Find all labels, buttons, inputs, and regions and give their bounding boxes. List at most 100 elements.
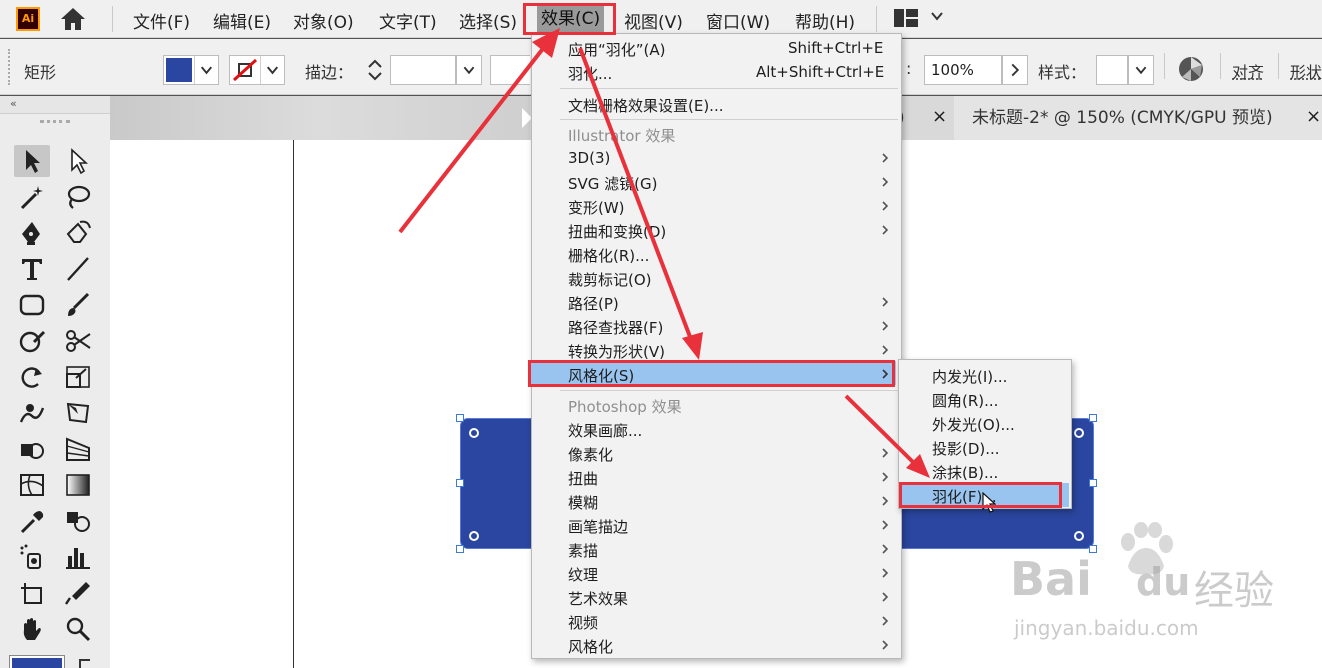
shape-builder-tool[interactable] bbox=[14, 433, 50, 465]
bounding-box-handle[interactable] bbox=[456, 545, 464, 553]
menu-item-distort-transform[interactable]: 扭曲和变换(D) bbox=[568, 221, 666, 242]
chevron-right-icon bbox=[880, 471, 890, 483]
menu-object[interactable]: 对象(O) bbox=[293, 8, 354, 33]
zoom-tool[interactable] bbox=[60, 613, 96, 645]
stroke-label[interactable]: 描边： bbox=[305, 59, 353, 83]
menu-item-distort[interactable]: 扭曲 bbox=[568, 468, 598, 489]
close-icon[interactable]: × bbox=[1306, 108, 1322, 126]
warp-tool[interactable] bbox=[14, 397, 50, 429]
blend-tool[interactable] bbox=[60, 505, 96, 537]
menu-item-effect-gallery[interactable]: 效果画廊... bbox=[568, 420, 642, 441]
scissors-tool[interactable] bbox=[60, 325, 96, 357]
bounding-box-handle[interactable] bbox=[1089, 414, 1097, 422]
type-tool[interactable] bbox=[14, 253, 50, 285]
curvature-tool[interactable] bbox=[60, 217, 96, 249]
live-corner-widget[interactable] bbox=[1074, 428, 1084, 438]
menu-item-stylize-ps[interactable]: 风格化 bbox=[568, 636, 613, 657]
graphic-style-swatch[interactable] bbox=[1096, 55, 1128, 85]
menu-select[interactable]: 选择(S) bbox=[459, 8, 517, 33]
submenu-item-outer-glow[interactable]: 外发光(O)... bbox=[932, 414, 1015, 435]
workspace-layout-icon[interactable] bbox=[894, 9, 918, 27]
magic-wand-tool[interactable] bbox=[14, 181, 50, 213]
menu-item-sketch[interactable]: 素描 bbox=[568, 540, 598, 561]
scale-tool[interactable] bbox=[60, 361, 96, 393]
menu-file[interactable]: 文件(F) bbox=[133, 8, 190, 33]
symbol-sprayer-tool[interactable] bbox=[14, 541, 50, 573]
fill-color-indicator[interactable] bbox=[10, 656, 64, 668]
column-graph-tool[interactable] bbox=[60, 541, 96, 573]
hand-tool[interactable] bbox=[14, 613, 50, 645]
panel-grip[interactable] bbox=[40, 120, 70, 123]
stroke-color-picker[interactable] bbox=[229, 55, 285, 85]
menu-item-path[interactable]: 路径(P) bbox=[568, 293, 619, 314]
menu-item-convert-to-shape[interactable]: 转换为形状(V) bbox=[568, 341, 665, 362]
menu-item-raster-settings[interactable]: 文档栅格效果设置(E)... bbox=[568, 95, 724, 116]
menu-item-apply-feather[interactable]: 应用“羽化”(A) bbox=[568, 39, 666, 60]
menu-type[interactable]: 文字(T) bbox=[379, 8, 437, 33]
shaper-tool[interactable] bbox=[14, 325, 50, 357]
bounding-box-handle[interactable] bbox=[456, 414, 464, 422]
panel-grip[interactable] bbox=[8, 49, 10, 85]
paintbrush-tool[interactable] bbox=[60, 289, 96, 321]
bounding-box-handle[interactable] bbox=[456, 479, 464, 487]
mesh-tool[interactable] bbox=[14, 469, 50, 501]
menu-item-brush-strokes[interactable]: 画笔描边 bbox=[568, 516, 628, 537]
menu-item-pathfinder[interactable]: 路径查找器(F) bbox=[568, 317, 663, 338]
menu-item-rasterize[interactable]: 栅格化(R)... bbox=[568, 245, 649, 266]
rotate-tool[interactable] bbox=[14, 361, 50, 393]
eyedropper-tool[interactable] bbox=[14, 505, 50, 537]
opacity-input[interactable]: 100% bbox=[924, 55, 1002, 85]
menu-item-svg-filters[interactable]: SVG 滤镜(G) bbox=[568, 173, 658, 194]
stroke-weight-stepper[interactable] bbox=[364, 55, 386, 85]
menu-item-3d[interactable]: 3D(3) bbox=[568, 149, 610, 167]
menu-view[interactable]: 视图(V) bbox=[624, 8, 683, 33]
knife-tool[interactable] bbox=[60, 577, 96, 609]
line-segment-tool[interactable] bbox=[60, 253, 96, 285]
perspective-grid-tool[interactable] bbox=[60, 433, 96, 465]
live-corner-widget[interactable] bbox=[469, 428, 479, 438]
chevron-right-icon[interactable] bbox=[1002, 55, 1028, 85]
chevron-right-icon bbox=[880, 152, 890, 164]
submenu-item-drop-shadow[interactable]: 投影(D)... bbox=[932, 438, 1000, 459]
menu-item-feather[interactable]: 羽化... bbox=[568, 63, 612, 84]
shortcut-text: Shift+Ctrl+E bbox=[788, 39, 883, 57]
direct-selection-tool[interactable] bbox=[60, 145, 96, 177]
menu-item-video[interactable]: 视频 bbox=[568, 612, 598, 633]
submenu-item-scribble[interactable]: 涂抹(B)... bbox=[932, 462, 998, 483]
bounding-box-handle[interactable] bbox=[1089, 479, 1097, 487]
menu-item-pixelate[interactable]: 像素化 bbox=[568, 444, 613, 465]
control-separator bbox=[1278, 53, 1279, 79]
submenu-item-inner-glow[interactable]: 内发光(I)... bbox=[932, 366, 1007, 387]
submenu-item-round-corners[interactable]: 圆角(R)... bbox=[932, 390, 998, 411]
menu-item-crop-marks[interactable]: 裁剪标记(O) bbox=[568, 269, 652, 290]
menu-item-blur[interactable]: 模糊 bbox=[568, 492, 598, 513]
chevron-down-icon[interactable] bbox=[1128, 55, 1154, 85]
menu-item-artistic[interactable]: 艺术效果 bbox=[568, 588, 628, 609]
stroke-weight-dropdown[interactable] bbox=[456, 55, 482, 85]
fill-color-picker[interactable] bbox=[163, 55, 219, 85]
home-icon[interactable] bbox=[58, 6, 88, 32]
menu-help[interactable]: 帮助(H) bbox=[795, 8, 855, 33]
live-corner-widget[interactable] bbox=[469, 531, 479, 541]
close-icon[interactable]: × bbox=[932, 108, 950, 126]
menu-item-warp[interactable]: 变形(W) bbox=[568, 197, 625, 218]
selection-tool[interactable] bbox=[14, 145, 50, 177]
shape-properties-link[interactable]: 形状 bbox=[1290, 59, 1322, 83]
align-link[interactable]: 对齐 bbox=[1232, 59, 1264, 83]
chevron-down-icon[interactable] bbox=[930, 9, 944, 23]
toolbar-collapse-strip[interactable]: « bbox=[0, 96, 110, 114]
lasso-tool[interactable] bbox=[60, 181, 96, 213]
rectangle-tool[interactable] bbox=[14, 289, 50, 321]
swap-colors-icon[interactable] bbox=[76, 656, 94, 668]
stroke-weight-input[interactable] bbox=[390, 55, 456, 85]
menu-window[interactable]: 窗口(W) bbox=[706, 8, 770, 33]
free-transform-tool[interactable] bbox=[60, 397, 96, 429]
gradient-tool[interactable] bbox=[60, 469, 96, 501]
menu-item-texture[interactable]: 纹理 bbox=[568, 564, 598, 585]
variable-width-field[interactable] bbox=[490, 55, 530, 85]
artboard-tool[interactable] bbox=[14, 577, 50, 609]
recolor-artwork-icon[interactable] bbox=[1178, 56, 1204, 82]
pen-tool[interactable] bbox=[14, 217, 50, 249]
menu-separator bbox=[560, 119, 898, 120]
menu-edit[interactable]: 编辑(E) bbox=[213, 8, 271, 33]
